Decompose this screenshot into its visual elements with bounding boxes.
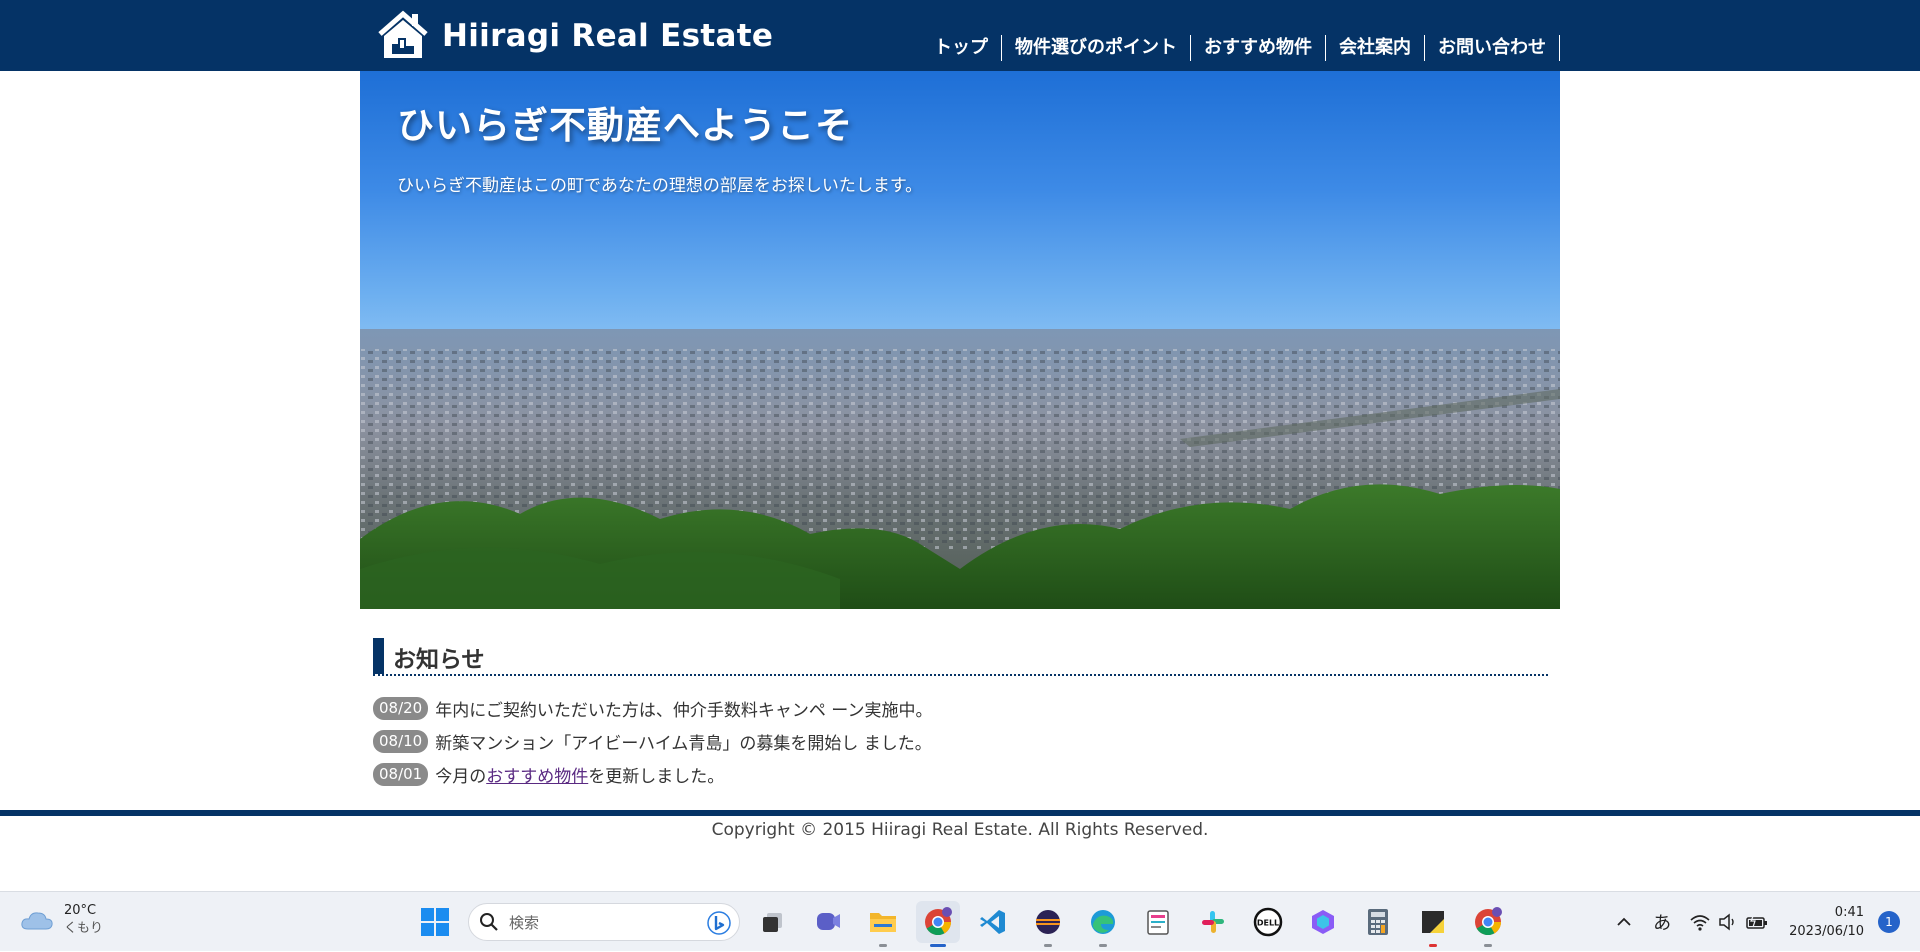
teams-app-button[interactable] (806, 901, 850, 943)
teams-icon (817, 913, 840, 930)
tray-icons[interactable] (1689, 912, 1769, 932)
calculator-icon (1368, 909, 1388, 935)
news-text: 新築マンション「アイビーハイム青島」の募集を開始し ました。 (435, 734, 932, 754)
clock[interactable]: 0:41 2023/06/10 (1789, 903, 1864, 941)
cloud-icon (21, 912, 53, 930)
bing-icon (707, 911, 731, 935)
nav-item-company[interactable]: 会社案内 (1326, 35, 1425, 61)
edge-app-button[interactable] (1081, 901, 1125, 947)
hero-title: ひいらぎ不動産へようこそ (397, 104, 853, 147)
start-button[interactable] (414, 901, 456, 943)
search-icon (480, 913, 498, 931)
clock-date: 2023/06/10 (1789, 924, 1864, 939)
nav-item-recommended[interactable]: おすすめ物件 (1191, 35, 1326, 61)
site-header: Hiiragi Real Estate トップ 物件選びのポイント おすすめ物件… (0, 0, 1920, 71)
news-title: お知らせ (393, 647, 485, 673)
dell-icon: DELL (1253, 907, 1283, 937)
nav-item-top[interactable]: トップ (921, 35, 1002, 61)
dell-app-button[interactable]: DELL (1246, 901, 1290, 943)
weather-condition: くもり (64, 921, 104, 936)
recommended-properties-link[interactable]: おすすめ物件 (486, 762, 588, 787)
slack-app-button[interactable] (1191, 901, 1235, 943)
news-date-badge: 08/20 (373, 697, 429, 720)
news-date-badge: 08/10 (373, 730, 429, 753)
taskbar-search-box[interactable]: 検索 (468, 903, 740, 941)
city-skyline-image (360, 329, 1560, 609)
notification-badge[interactable]: 1 (1878, 911, 1900, 933)
slack-icon (1202, 911, 1224, 933)
site-logo[interactable]: Hiiragi Real Estate (376, 10, 773, 62)
hero-subtitle: ひいらぎ不動産はこの町であなたの理想の部屋をお探しいたします。 (397, 176, 923, 196)
chrome-profile-app-button[interactable] (1466, 901, 1510, 947)
nav-item-contact[interactable]: お問い合わせ (1425, 35, 1560, 61)
battery-icon (1746, 913, 1768, 929)
news-date-badge: 08/01 (373, 763, 429, 786)
chrome-icon (925, 907, 952, 936)
nav-item-points[interactable]: 物件選びのポイント (1002, 35, 1191, 61)
news-list: 08/20 年内にご契約いただいた方は、仲介手数料キャンペ ーン実施中。 08/… (373, 697, 1548, 787)
news-text-before: 今月の (435, 767, 487, 787)
header-inner: Hiiragi Real Estate トップ 物件選びのポイント おすすめ物件… (360, 0, 1560, 71)
running-indicator (879, 944, 887, 947)
heading-accent-bar (373, 638, 384, 674)
weather-text: 20°C くもり (64, 902, 103, 938)
running-indicator (1484, 944, 1492, 947)
chrome-app-button[interactable] (916, 901, 960, 947)
windows-taskbar: 20°C くもり 検索 DELL あ 0:41 2023/06/10 1 (0, 891, 1920, 951)
sticky-notes-app-button[interactable] (1411, 901, 1455, 947)
hero-banner: ひいらぎ不動産へようこそ ひいらぎ不動産はこの町であなたの理想の部屋をお探しいた… (360, 71, 1560, 609)
calculator-app-button[interactable] (1356, 901, 1400, 943)
house-logo-icon (378, 10, 428, 58)
sticky-notes-icon (1422, 911, 1444, 933)
news-item: 08/01 今月の おすすめ物件 を更新しました。 (373, 762, 1548, 787)
logo-text: Hiiragi Real Estate (442, 18, 774, 54)
vscode-app-button[interactable] (971, 901, 1015, 943)
system-tray: あ 0:41 2023/06/10 1 (1615, 892, 1920, 952)
task-view-icon (763, 913, 782, 932)
edge-icon (1091, 910, 1115, 934)
copilot-app-button[interactable] (1301, 901, 1345, 943)
weather-temp: 20°C (64, 903, 97, 918)
chevron-up-icon[interactable] (1615, 916, 1633, 928)
news-item: 08/10 新築マンション「アイビーハイム青島」の募集を開始し ました。 (373, 730, 1548, 754)
running-indicator (1099, 944, 1107, 947)
news-text: 年内にご契約いただいた方は、仲介手数料キャンペ ーン実施中。 (435, 701, 933, 721)
chrome-icon (1475, 907, 1502, 936)
footer-divider (0, 810, 1920, 816)
file-explorer-app-button[interactable] (861, 901, 905, 947)
wifi-icon (1690, 915, 1710, 931)
eclipse-icon (1036, 910, 1060, 934)
copyright-text: Copyright © 2015 Hiiragi Real Estate. Al… (711, 820, 1209, 840)
main-nav: トップ 物件選びのポイント おすすめ物件 会社案内 お問い合わせ (921, 34, 1560, 62)
windows-logo-icon (421, 908, 449, 936)
eclipse-app-button[interactable] (1026, 901, 1070, 947)
taskbar-center: 検索 DELL (414, 901, 1510, 947)
running-indicator (1044, 944, 1052, 947)
running-indicator (1429, 944, 1437, 947)
svg-text:DELL: DELL (1257, 919, 1279, 928)
clock-time: 0:41 (1834, 905, 1864, 920)
news-heading: お知らせ (373, 638, 1548, 676)
taskview-app-button[interactable] (751, 901, 795, 943)
folder-icon (870, 913, 896, 932)
active-indicator (930, 944, 946, 947)
weather-widget[interactable]: 20°C くもり (20, 902, 103, 938)
news-text-after: を更新しました。 (588, 767, 725, 787)
volume-icon (1719, 913, 1734, 931)
news-section: お知らせ 08/20 年内にご契約いただいた方は、仲介手数料キャンペ ーン実施中… (373, 638, 1548, 796)
notepad-app-button[interactable] (1136, 901, 1180, 943)
news-item: 08/20 年内にご契約いただいた方は、仲介手数料キャンペ ーン実施中。 (373, 697, 1548, 721)
vscode-icon (980, 910, 1005, 934)
ime-indicator[interactable]: あ (1653, 909, 1671, 935)
copilot-icon (1312, 910, 1334, 934)
notepad-icon (1147, 910, 1169, 935)
search-placeholder: 検索 (509, 913, 540, 932)
